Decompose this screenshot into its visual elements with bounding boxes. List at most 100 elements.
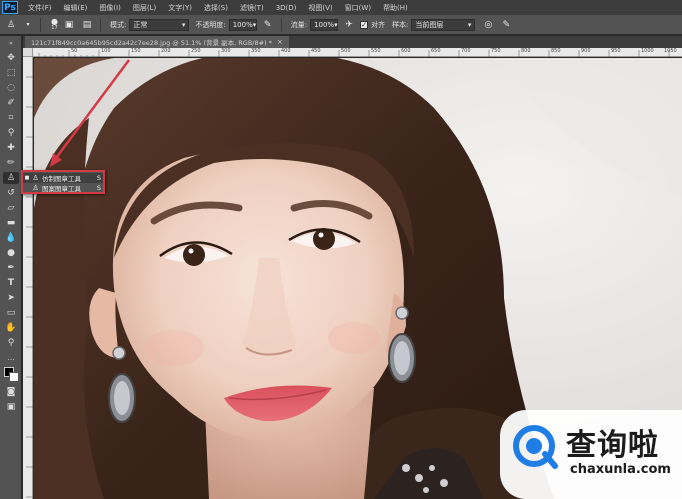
gradient-tool-icon[interactable]: ▬ — [3, 217, 19, 229]
ruler-label: 100 — [101, 48, 111, 54]
menu-filter[interactable]: 滤镜(T) — [234, 0, 270, 15]
menu-view[interactable]: 视图(V) — [302, 0, 338, 15]
aligned-checkbox[interactable]: ✓ — [360, 20, 369, 29]
watermark-title: 查询啦 — [566, 428, 659, 463]
ruler-label: 850 — [551, 48, 561, 54]
divider — [280, 17, 282, 32]
menu-bar: Ps 文件(F) 编辑(E) 图像(I) 图层(L) 文字(Y) 选择(S) 滤… — [0, 0, 682, 15]
ignore-adjustment-layers-icon[interactable]: ◎ — [481, 18, 495, 32]
selected-bullet-icon: ■ — [24, 175, 30, 181]
panel-collapse-icon[interactable]: » — [3, 38, 19, 50]
brush-tool-icon[interactable]: ✏ — [3, 157, 19, 169]
clone-stamp-icon: ♙ — [32, 174, 39, 182]
dodge-tool-icon[interactable]: ● — [3, 247, 19, 259]
zoom-tool-icon[interactable]: ⚲ — [3, 337, 19, 349]
flow-field[interactable]: 100% ▾ — [310, 18, 339, 31]
sample-select[interactable]: 当前图层 ▾ — [411, 18, 476, 31]
document-tab-title: 121c71f849cc0a645b95cd2a42c7ee28.jpg @ 5… — [31, 39, 272, 47]
ruler-label: 900 — [581, 48, 591, 54]
pressure-size-icon[interactable]: ✎ — [499, 18, 513, 32]
opacity-field[interactable]: 100% ▾ — [228, 18, 257, 31]
flow-value: 100% — [314, 20, 335, 29]
flyout-item-shortcut: S — [96, 174, 101, 182]
more-tools-icon[interactable]: … — [3, 352, 19, 364]
menu-edit[interactable]: 编辑(E) — [58, 0, 94, 15]
ruler-label: 1000 — [641, 48, 654, 54]
ruler-label: 450 — [311, 48, 321, 54]
chevron-down-icon: ▾ — [467, 20, 472, 29]
marquee-tool-icon[interactable]: ⬚ — [3, 67, 19, 79]
ruler-origin[interactable] — [23, 48, 33, 57]
opacity-label: 不透明度: — [195, 20, 226, 29]
ruler-label: 500 — [341, 48, 351, 54]
photoshop-logo: Ps — [2, 1, 18, 14]
ruler-label: 700 — [461, 48, 471, 54]
pressure-opacity-icon[interactable]: ✎ — [261, 18, 275, 32]
history-brush-tool-icon[interactable]: ↺ — [3, 187, 19, 199]
ruler-label: 150 — [131, 48, 141, 54]
crop-tool-icon[interactable]: ⌗ — [3, 112, 19, 124]
stamp-tool-flyout: ■ ♙ 仿制图章工具 S ♙ 图案图章工具 S — [21, 170, 105, 194]
lasso-tool-icon[interactable]: ◌ — [3, 82, 19, 94]
sample-label: 样本: — [392, 20, 409, 29]
brush-size-value: 17 — [51, 25, 58, 31]
mode-label: 模式: — [109, 20, 127, 29]
ruler-label: 400 — [281, 48, 291, 54]
path-selection-tool-icon[interactable]: ➤ — [3, 292, 19, 304]
menu-select[interactable]: 选择(S) — [198, 0, 234, 15]
brush-panel-icon[interactable]: ▣ — [62, 18, 76, 32]
menu-window[interactable]: 窗口(W) — [339, 0, 377, 15]
ruler-ticks — [26, 76, 33, 498]
ruler-label: 200 — [161, 48, 171, 54]
chevron-down-icon: ▾ — [252, 20, 257, 29]
pen-tool-icon[interactable]: ✒ — [3, 262, 19, 274]
ruler-label: 950 — [611, 48, 621, 54]
ruler-label: 600 — [401, 48, 411, 54]
chevron-down-icon: ▾ — [181, 20, 186, 29]
background-color-swatch[interactable] — [9, 372, 19, 382]
ruler-label: 650 — [431, 48, 441, 54]
ruler-label: 250 — [191, 48, 201, 54]
watermark-url: chaxunla.com — [570, 462, 671, 477]
quick-mask-icon[interactable]: ◙ — [3, 386, 19, 398]
eyedropper-tool-icon[interactable]: ⚲ — [3, 127, 19, 139]
sample-value: 当前图层 — [415, 20, 444, 29]
menu-file[interactable]: 文件(F) — [22, 0, 58, 15]
rectangle-tool-icon[interactable]: ▭ — [3, 307, 19, 319]
ruler-label: 750 — [491, 48, 501, 54]
ruler-label: 550 — [371, 48, 381, 54]
brush-size-picker[interactable]: ● 17 — [51, 18, 58, 32]
quick-selection-tool-icon[interactable]: ✐ — [3, 97, 19, 109]
ruler-label: 1050 — [664, 48, 677, 54]
ruler-label: 350 — [251, 48, 261, 54]
ruler-vertical[interactable] — [23, 57, 33, 499]
preset-dropdown-icon[interactable]: ▾ — [22, 18, 34, 32]
menu-help[interactable]: 帮助(H) — [377, 0, 414, 15]
flyout-item-shortcut: S — [96, 184, 101, 192]
document-tab[interactable]: 121c71f849cc0a645b95cd2a42c7ee28.jpg @ 5… — [25, 36, 289, 48]
ruler-label: 50 — [71, 48, 78, 54]
flyout-item-pattern-stamp[interactable]: ♙ 图案图章工具 S — [23, 183, 103, 193]
menu-layer[interactable]: 图层(L) — [127, 0, 162, 15]
blur-tool-icon[interactable]: 💧 — [3, 232, 19, 244]
clone-stamp-preset-icon[interactable]: ♙ — [4, 18, 18, 32]
menu-type[interactable]: 文字(Y) — [162, 0, 198, 15]
flyout-item-clone-stamp[interactable]: ■ ♙ 仿制图章工具 S — [23, 173, 103, 183]
healing-brush-tool-icon[interactable]: ✚ — [3, 142, 19, 154]
clone-source-panel-icon[interactable]: ▤ — [80, 18, 94, 32]
mode-select[interactable]: 正常 ▾ — [129, 18, 190, 31]
screen-mode-icon[interactable]: ▣ — [3, 401, 19, 413]
clone-stamp-tool-icon[interactable]: ♙ — [3, 172, 19, 184]
document-tab-bar: 121c71f849cc0a645b95cd2a42c7ee28.jpg @ 5… — [23, 36, 682, 48]
airbrush-icon[interactable]: ✈ — [342, 18, 356, 32]
ruler-horizontal[interactable]: 50 100 150 200 250 300 350 400 450 500 5… — [33, 48, 682, 57]
eraser-tool-icon[interactable]: ▱ — [3, 202, 19, 214]
hand-tool-icon[interactable]: ✋ — [3, 322, 19, 334]
move-tool-icon[interactable]: ✥ — [3, 52, 19, 64]
tools-panel: » ✥ ⬚ ◌ ✐ ⌗ ⚲ ✚ ✏ ♙ ↺ ▱ ▬ 💧 ● ✒ T ➤ ▭ ✋ … — [0, 36, 22, 499]
close-icon[interactable]: × — [277, 38, 283, 46]
pattern-stamp-icon: ♙ — [32, 184, 39, 192]
menu-image[interactable]: 图像(I) — [93, 0, 127, 15]
menu-3d[interactable]: 3D(D) — [270, 0, 303, 15]
type-tool-icon[interactable]: T — [3, 277, 19, 289]
